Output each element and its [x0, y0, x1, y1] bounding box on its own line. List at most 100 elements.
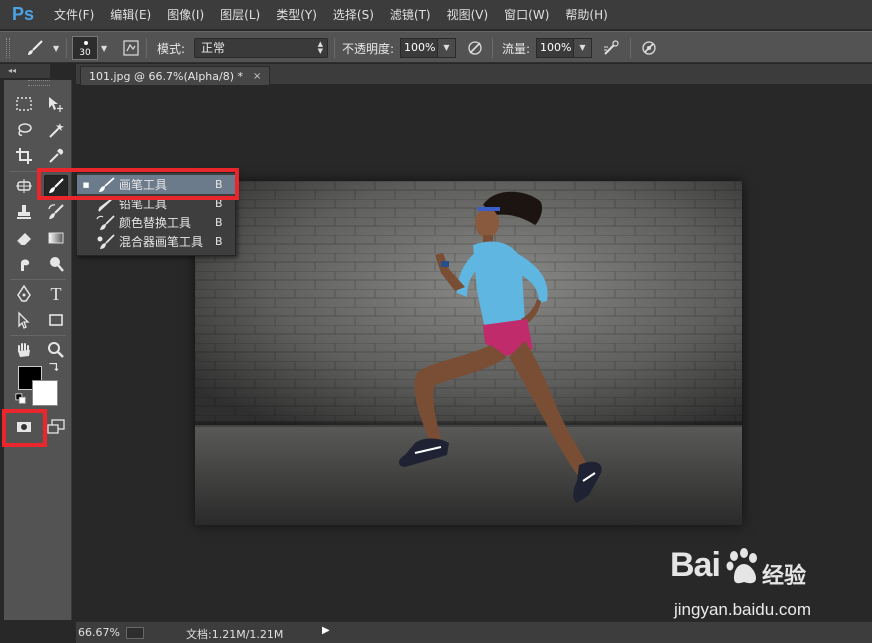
chevron-down-icon: ▼: [53, 43, 60, 53]
watermark-brand: Bai: [670, 546, 721, 584]
dodge-tool[interactable]: [44, 253, 68, 275]
flyout-item-mixer-brush[interactable]: 混合器画笔工具 B: [77, 232, 235, 251]
brush-preview: 30: [72, 36, 98, 60]
document-tab-bar: 101.jpg @ 66.7%(Alpha/8) * ×: [76, 64, 872, 85]
rect-marquee-icon: [16, 97, 32, 111]
blur-tool[interactable]: [12, 253, 36, 275]
move-icon: [49, 97, 63, 112]
divider: [66, 38, 67, 58]
gradient-tool[interactable]: [44, 227, 68, 249]
zoom-tool[interactable]: [44, 339, 68, 361]
hand-tool[interactable]: [12, 339, 36, 361]
photoshop-window: Ps 文件(F) 编辑(E) 图像(I) 图层(L) 类型(Y) 选择(S) 滤…: [0, 0, 872, 643]
flow-field[interactable]: 100%: [536, 38, 574, 58]
menu-type[interactable]: 类型(Y): [268, 0, 325, 30]
mode-value: 正常: [201, 41, 226, 55]
stamp-icon: [17, 205, 31, 219]
type-tool[interactable]: T: [44, 283, 68, 305]
divider: [146, 38, 147, 58]
menu-select[interactable]: 选择(S): [325, 0, 382, 30]
magic-wand-tool[interactable]: [44, 119, 68, 141]
opacity-label: 不透明度:: [342, 42, 395, 56]
flyout-item-pencil[interactable]: 铅笔工具 B: [77, 194, 235, 213]
brush-tool[interactable]: [44, 175, 68, 197]
baidu-watermark: Bai 经验 jingyan.baidu.com: [664, 546, 844, 626]
zoom-level[interactable]: 66.67%: [78, 626, 120, 639]
baidu-paw-icon: [726, 548, 757, 584]
menu-view[interactable]: 视图(V): [439, 0, 497, 30]
menu-layer[interactable]: 图层(L): [212, 0, 268, 30]
quick-mask-icon: [17, 422, 31, 432]
brush-size-value: 30: [79, 48, 91, 58]
divider: [630, 38, 631, 58]
tool-preset-picker[interactable]: ▼: [24, 38, 64, 58]
flow-label: 流量:: [502, 42, 531, 56]
lasso-icon: [18, 123, 32, 136]
menu-help[interactable]: 帮助(H): [557, 0, 615, 30]
airbrush-button[interactable]: [602, 39, 620, 57]
rectangle-shape-icon: [49, 314, 63, 326]
brush-panel-icon: [123, 40, 139, 56]
flow-dropdown-button[interactable]: ▼: [574, 38, 592, 58]
panel-collapse-strip[interactable]: ◂◂: [0, 64, 50, 78]
background-color-swatch[interactable]: [32, 380, 58, 406]
history-brush-tool[interactable]: [44, 201, 68, 223]
flyout-item-brush[interactable]: ■ 画笔工具 B: [77, 175, 235, 194]
eraser-tool[interactable]: [12, 227, 36, 249]
swap-colors-button[interactable]: [46, 360, 60, 374]
tool-divider: [10, 171, 66, 172]
status-menu-arrow-icon[interactable]: ▶: [322, 625, 330, 636]
crop-tool[interactable]: [12, 145, 36, 167]
tool-divider: [10, 279, 66, 280]
default-colors-icon: [15, 393, 26, 404]
marquee-tool[interactable]: [12, 93, 36, 115]
path-selection-tool[interactable]: [12, 309, 36, 331]
screen-mode-button[interactable]: [44, 416, 68, 438]
menu-edit[interactable]: 编辑(E): [102, 0, 159, 30]
brush-panel-toggle[interactable]: [122, 39, 140, 57]
toolbox: T: [4, 80, 72, 620]
opacity-field[interactable]: 100%: [400, 38, 438, 58]
document-image[interactable]: [195, 181, 742, 525]
close-icon[interactable]: ×: [253, 71, 261, 82]
menu-filter[interactable]: 滤镜(T): [382, 0, 439, 30]
options-bar-grip[interactable]: [6, 38, 10, 58]
healing-brush-tool[interactable]: [12, 175, 36, 197]
brush-tools-flyout: ■ 画笔工具 B 铅笔工具 B 颜色替换工具 B 混合器画笔工具 B: [76, 172, 236, 256]
quick-mask-button[interactable]: [12, 416, 36, 438]
healing-bandage-icon: [16, 179, 32, 193]
tool-divider: [10, 335, 66, 336]
mode-select[interactable]: 正常 ▲ ▼: [194, 38, 328, 58]
mode-label: 模式:: [157, 42, 186, 56]
divider: [492, 38, 493, 58]
brush-icon: [99, 176, 115, 192]
type-tool-glyph: T: [50, 283, 62, 304]
options-bar: ▼ 30 ▼ 模式: 正常 ▲ ▼ 不透明度: 100% ▼ 流量: 100% ▼: [0, 31, 872, 63]
tablet-pressure-icon: [468, 41, 482, 55]
watermark-url: jingyan.baidu.com: [674, 600, 812, 619]
history-brush-icon: [48, 204, 64, 219]
clone-stamp-tool[interactable]: [12, 201, 36, 223]
menu-file[interactable]: 文件(F): [46, 0, 102, 30]
flyout-item-color-replacement[interactable]: 颜色替换工具 B: [77, 213, 235, 232]
move-tool[interactable]: [44, 93, 68, 115]
pressure-opacity-button[interactable]: [466, 39, 484, 57]
document-tab-title: 101.jpg @ 66.7%(Alpha/8) *: [89, 69, 244, 83]
tablet-pressure-size-icon: [642, 41, 656, 55]
gradient-icon: [48, 232, 64, 244]
divider: [334, 38, 335, 58]
opacity-dropdown-button[interactable]: ▼: [438, 38, 456, 58]
brush-size-picker[interactable]: 30 ▼: [72, 36, 112, 60]
lasso-tool[interactable]: [12, 119, 36, 141]
eyedropper-tool[interactable]: [44, 145, 68, 167]
pressure-size-button[interactable]: [640, 39, 658, 57]
pen-tool[interactable]: [12, 283, 36, 305]
document-tab[interactable]: 101.jpg @ 66.7%(Alpha/8) * ×: [80, 66, 271, 85]
menu-window[interactable]: 窗口(W): [496, 0, 557, 30]
default-colors-button[interactable]: [14, 392, 28, 406]
shape-tool[interactable]: [44, 309, 68, 331]
swap-arrows-icon: [49, 362, 59, 372]
flyout-item-shortcut: B: [215, 235, 223, 248]
menu-image[interactable]: 图像(I): [159, 0, 212, 30]
toolbox-grip[interactable]: [28, 80, 50, 86]
